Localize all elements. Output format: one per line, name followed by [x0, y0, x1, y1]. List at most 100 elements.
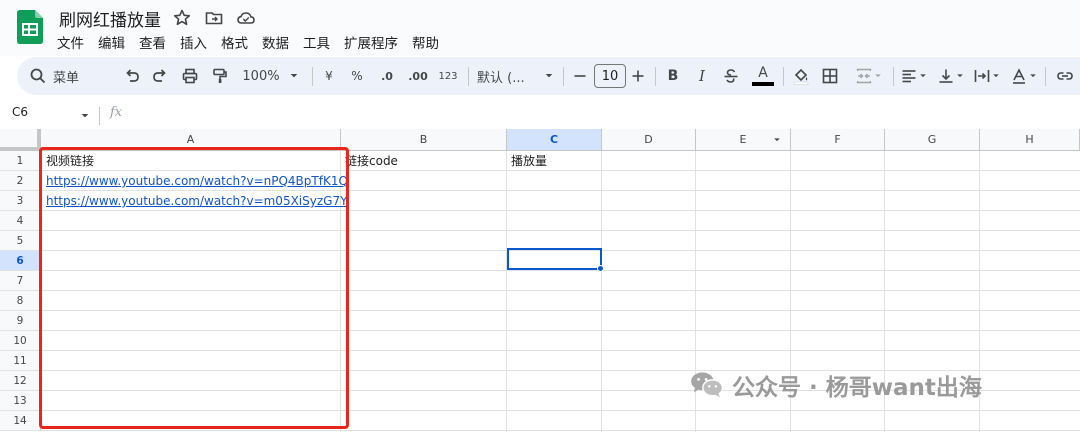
print-button[interactable] — [178, 57, 202, 95]
row-header-7[interactable]: 7 — [0, 271, 41, 291]
paint-format-button[interactable] — [208, 57, 232, 95]
row-header-1[interactable]: 1 — [0, 151, 41, 171]
column-header-c[interactable]: C — [507, 129, 602, 151]
toolbar-separator — [563, 67, 564, 86]
decrease-decimal-button[interactable]: .0 — [375, 57, 399, 95]
borders-icon — [822, 68, 838, 84]
row-header-11[interactable]: 11 — [0, 351, 41, 371]
increase-decimal-button[interactable]: .00 — [405, 57, 431, 95]
text-color-button[interactable]: A — [751, 57, 775, 95]
row-header-5[interactable]: 5 — [0, 231, 41, 251]
move-folder-icon[interactable] — [204, 8, 224, 28]
text-color-label: A — [758, 65, 768, 81]
formula-bar: C6 fx — [0, 103, 1080, 128]
menu-view[interactable]: 查看 — [139, 32, 166, 52]
chevron-down-icon — [957, 74, 963, 78]
row-header-13[interactable]: 13 — [0, 391, 41, 411]
row-header-8[interactable]: 8 — [0, 291, 41, 311]
fill-handle[interactable] — [597, 265, 604, 272]
row-header-2[interactable]: 2 — [0, 171, 41, 191]
column-header-h[interactable]: H — [980, 129, 1080, 151]
chevron-down-icon — [1030, 74, 1036, 78]
row-header-3[interactable]: 3 — [0, 191, 41, 211]
cloud-saved-icon[interactable] — [236, 8, 256, 28]
font-family-select[interactable]: 默认 (... — [477, 57, 555, 95]
column-header-f[interactable]: F — [791, 129, 885, 151]
name-box[interactable]: C6 — [12, 105, 28, 119]
minus-icon — [574, 75, 586, 77]
zoom-select[interactable]: 100% — [241, 57, 301, 95]
row-header-9[interactable]: 9 — [0, 311, 41, 331]
menu-help[interactable]: 帮助 — [412, 32, 439, 52]
row-header-12[interactable]: 12 — [0, 371, 41, 391]
fill-color-button[interactable] — [789, 57, 813, 95]
text-wrapping-button[interactable] — [971, 57, 1003, 95]
fill-color-icon — [793, 68, 809, 85]
vertical-align-button[interactable] — [935, 57, 967, 95]
text-rotation-icon — [1013, 68, 1025, 84]
toolbar-separator — [468, 67, 469, 86]
text-wrap-icon — [974, 70, 990, 82]
italic-button[interactable]: I — [692, 57, 712, 95]
search-menus-label: 菜单 — [53, 70, 80, 86]
app-header: 刷网红播放量 文件 编辑 查看 插入 格式 数据 工具 扩展程序 帮助 — [0, 0, 1080, 56]
watermark-text: 公众号 · 杨哥want出海 — [732, 375, 982, 401]
number-format-button[interactable]: 123 — [437, 57, 459, 95]
row-header-4[interactable]: 4 — [0, 211, 41, 231]
bold-button[interactable]: B — [663, 57, 683, 95]
menu-bar: 文件 编辑 查看 插入 格式 数据 工具 扩展程序 帮助 — [57, 32, 453, 52]
formula-separator — [99, 107, 100, 125]
chevron-down-icon — [993, 74, 999, 78]
menu-data[interactable]: 数据 — [262, 32, 289, 52]
column-header-e-label: E — [739, 133, 747, 146]
active-cell-c6[interactable] — [507, 248, 602, 270]
search-icon — [30, 68, 46, 84]
chevron-down-icon[interactable] — [772, 135, 782, 145]
column-header-g[interactable]: G — [885, 129, 980, 151]
star-icon[interactable] — [172, 8, 192, 28]
redo-button[interactable] — [148, 57, 172, 95]
menu-insert[interactable]: 插入 — [180, 32, 207, 52]
column-header-d[interactable]: D — [602, 129, 696, 151]
borders-button[interactable] — [818, 57, 842, 95]
column-header-b[interactable]: B — [341, 129, 507, 151]
toolbar-separator — [893, 67, 894, 86]
search-menus-button[interactable]: 菜单 — [29, 57, 109, 95]
menu-edit[interactable]: 编辑 — [98, 32, 125, 52]
chevron-down-icon[interactable] — [79, 110, 91, 122]
horizontal-align-button[interactable] — [898, 57, 930, 95]
strikethrough-button[interactable] — [720, 57, 742, 95]
text-rotation-button[interactable] — [1008, 57, 1040, 95]
font-size-input[interactable]: 10 — [594, 64, 626, 88]
merge-cells-button[interactable] — [850, 57, 888, 95]
menu-extensions[interactable]: 扩展程序 — [344, 32, 398, 52]
menu-tools[interactable]: 工具 — [303, 32, 330, 52]
undo-button[interactable] — [120, 57, 144, 95]
cell-b1[interactable]: 链接code — [345, 151, 398, 171]
insert-link-button[interactable] — [1053, 57, 1077, 95]
row-header-14[interactable]: 14 — [0, 411, 41, 431]
redo-icon — [153, 69, 166, 82]
wechat-icon — [691, 372, 724, 398]
column-header-e[interactable]: E — [696, 129, 791, 151]
select-all-corner[interactable] — [0, 129, 41, 151]
menu-format[interactable]: 格式 — [221, 32, 248, 52]
sheets-logo-icon[interactable] — [17, 10, 43, 44]
decrease-decimal-label: .0 — [381, 69, 393, 83]
font-family-value: 默认 (... — [477, 70, 525, 86]
menu-file[interactable]: 文件 — [57, 32, 84, 52]
row-header-10[interactable]: 10 — [0, 331, 41, 351]
increase-decimal-label: .00 — [408, 69, 428, 83]
document-title[interactable]: 刷网红播放量 — [59, 6, 161, 31]
currency-format-button[interactable]: ¥ — [319, 57, 339, 95]
percent-format-button[interactable]: % — [347, 57, 367, 95]
increase-font-size-button[interactable] — [629, 57, 647, 95]
undo-icon — [126, 69, 139, 82]
align-left-icon — [902, 70, 916, 83]
cell-c1[interactable]: 播放量 — [511, 151, 547, 171]
row-header-6[interactable]: 6 — [0, 251, 41, 271]
decrease-font-size-button[interactable] — [571, 57, 589, 95]
chevron-down-icon — [920, 74, 926, 78]
chevron-down-icon — [290, 74, 297, 78]
chevron-down-icon — [875, 74, 881, 78]
